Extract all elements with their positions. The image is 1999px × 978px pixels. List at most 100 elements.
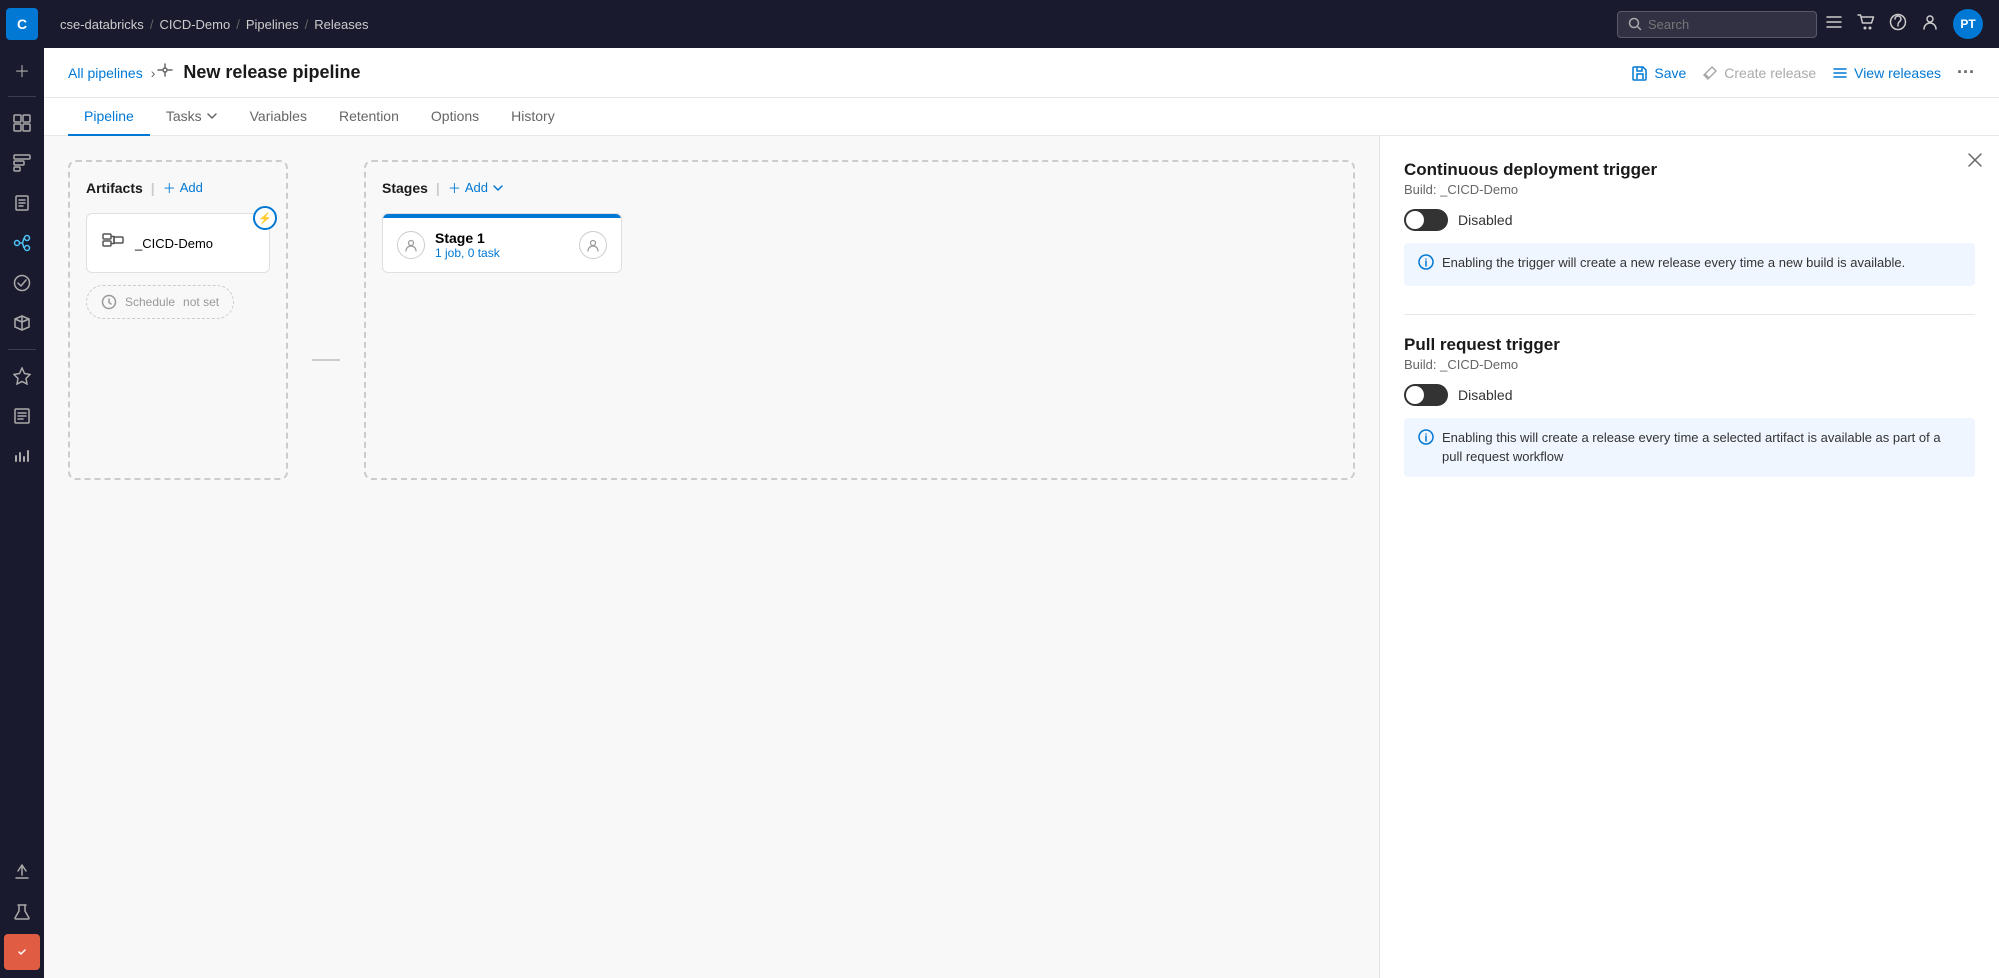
pull-request-trigger-build: Build: _CICD-Demo bbox=[1404, 357, 1975, 372]
schedule-label: Schedule bbox=[125, 295, 175, 309]
pull-request-info-text: Enabling this will create a release ever… bbox=[1442, 428, 1961, 467]
sidebar-logo[interactable]: C bbox=[6, 8, 38, 40]
wand-icon bbox=[1702, 65, 1718, 81]
sidebar-divider-2 bbox=[8, 349, 36, 350]
breadcrumb-pipelines[interactable]: Pipelines bbox=[246, 17, 299, 32]
sidebar-item-artifacts[interactable] bbox=[4, 305, 40, 341]
right-panel: Continuous deployment trigger Build: _CI… bbox=[1379, 136, 1999, 978]
tab-history[interactable]: History bbox=[495, 98, 571, 136]
stage-meta[interactable]: 1 job, 0 task bbox=[435, 246, 569, 260]
topbar-actions: PT bbox=[1825, 9, 1983, 39]
toggle-knob bbox=[1406, 211, 1424, 229]
save-button[interactable]: Save bbox=[1632, 65, 1686, 81]
pull-request-trigger-section: Pull request trigger Build: _CICD-Demo D… bbox=[1404, 335, 1975, 477]
stage-card[interactable]: Stage 1 1 job, 0 task bbox=[382, 213, 622, 273]
list-icon[interactable] bbox=[1825, 13, 1843, 36]
tab-retention[interactable]: Retention bbox=[323, 98, 415, 136]
sidebar-item-testplans[interactable] bbox=[4, 265, 40, 301]
artifact-icon bbox=[101, 228, 125, 258]
schedule-card[interactable]: Schedule not set bbox=[86, 285, 234, 319]
tab-pipeline[interactable]: Pipeline bbox=[68, 98, 150, 136]
page-title: New release pipeline bbox=[155, 60, 360, 85]
tab-options[interactable]: Options bbox=[415, 98, 495, 136]
sidebar-item-repos[interactable] bbox=[4, 185, 40, 221]
continuous-trigger-info: Enabling the trigger will create a new r… bbox=[1404, 243, 1975, 286]
stage-info: Stage 1 1 job, 0 task bbox=[435, 230, 569, 260]
pull-request-toggle-row: Disabled bbox=[1404, 384, 1975, 406]
stage-name: Stage 1 bbox=[435, 230, 569, 246]
cart-icon[interactable] bbox=[1857, 13, 1875, 36]
pull-request-trigger-title: Pull request trigger bbox=[1404, 335, 1975, 355]
pipeline-title-icon bbox=[155, 60, 175, 85]
view-releases-button[interactable]: View releases bbox=[1832, 65, 1941, 81]
sidebar-item-boards[interactable] bbox=[4, 145, 40, 181]
content-area: Artifacts | ＋ Add ⚡ _CICD-Demo bbox=[44, 136, 1999, 978]
add-stage-dropdown-icon bbox=[492, 182, 504, 194]
sidebar-item-red[interactable] bbox=[4, 934, 40, 970]
breadcrumb-org[interactable]: cse-databricks bbox=[60, 17, 144, 32]
stages-title: Stages bbox=[382, 180, 428, 196]
continuous-trigger-toggle[interactable] bbox=[1404, 209, 1448, 231]
tasks-dropdown-icon bbox=[206, 110, 218, 122]
breadcrumb: cse-databricks / CICD-Demo / Pipelines /… bbox=[60, 17, 368, 32]
header-actions: Save Create release View releases ··· bbox=[1632, 62, 1975, 83]
tab-bar: Pipeline Tasks Variables Retention Optio… bbox=[44, 98, 1999, 136]
sidebar-item-wiki[interactable] bbox=[4, 398, 40, 434]
breadcrumb-project[interactable]: CICD-Demo bbox=[159, 17, 230, 32]
artifacts-box: Artifacts | ＋ Add ⚡ _CICD-Demo bbox=[68, 160, 288, 480]
pull-request-trigger-info: Enabling this will create a release ever… bbox=[1404, 418, 1975, 477]
all-pipelines-link[interactable]: All pipelines bbox=[68, 65, 143, 81]
search-box[interactable] bbox=[1617, 11, 1817, 38]
stage-user-left-icon[interactable] bbox=[397, 231, 425, 259]
sidebar-item-reports[interactable] bbox=[4, 438, 40, 474]
sidebar-item-deploy2[interactable] bbox=[4, 854, 40, 890]
list-icon bbox=[1832, 65, 1848, 81]
pull-request-toggle-knob bbox=[1406, 386, 1424, 404]
sidebar-item-releases[interactable] bbox=[4, 358, 40, 394]
add-stage-button[interactable]: ＋ Add bbox=[448, 178, 504, 197]
page-breadcrumb[interactable]: All pipelines › bbox=[68, 65, 155, 81]
pull-request-trigger-label: Disabled bbox=[1458, 387, 1512, 403]
artifact-name: _CICD-Demo bbox=[135, 236, 213, 251]
stages-header: Stages | ＋ Add bbox=[382, 178, 1337, 197]
help-icon[interactable] bbox=[1889, 13, 1907, 36]
sidebar-item-overview[interactable] bbox=[4, 105, 40, 141]
pipeline-canvas: Artifacts | ＋ Add ⚡ _CICD-Demo bbox=[44, 136, 1379, 978]
user-avatar[interactable]: PT bbox=[1953, 9, 1983, 39]
create-release-button[interactable]: Create release bbox=[1702, 65, 1816, 81]
stages-box: Stages | ＋ Add bbox=[364, 160, 1355, 480]
stage-user-right-icon[interactable] bbox=[579, 231, 607, 259]
person-icon[interactable] bbox=[1921, 13, 1939, 36]
artifacts-title: Artifacts bbox=[86, 180, 143, 196]
pull-request-trigger-toggle[interactable] bbox=[1404, 384, 1448, 406]
topbar: cse-databricks / CICD-Demo / Pipelines /… bbox=[44, 0, 1999, 48]
continuous-trigger-info-text: Enabling the trigger will create a new r… bbox=[1442, 253, 1905, 273]
tab-tasks[interactable]: Tasks bbox=[150, 98, 234, 136]
main-content: cse-databricks / CICD-Demo / Pipelines /… bbox=[44, 0, 1999, 978]
continuous-trigger-toggle-row: Disabled bbox=[1404, 209, 1975, 231]
sidebar: C ＋ bbox=[0, 0, 44, 978]
save-icon bbox=[1632, 65, 1648, 81]
pull-request-info-icon bbox=[1418, 429, 1434, 451]
continuous-trigger-section: Continuous deployment trigger Build: _CI… bbox=[1404, 160, 1975, 286]
breadcrumb-releases[interactable]: Releases bbox=[314, 17, 368, 32]
pipeline-title-text: New release pipeline bbox=[183, 62, 360, 83]
clock-icon bbox=[101, 294, 117, 310]
pipeline-row: Artifacts | ＋ Add ⚡ _CICD-Demo bbox=[68, 160, 1355, 480]
sidebar-divider-1 bbox=[8, 96, 36, 97]
section-divider bbox=[1404, 314, 1975, 315]
search-input[interactable] bbox=[1648, 17, 1798, 32]
search-icon bbox=[1628, 17, 1642, 31]
tab-variables[interactable]: Variables bbox=[234, 98, 323, 136]
continuous-trigger-label: Disabled bbox=[1458, 212, 1512, 228]
sidebar-item-pipelines[interactable] bbox=[4, 225, 40, 261]
artifact-card[interactable]: ⚡ _CICD-Demo bbox=[86, 213, 270, 273]
continuous-trigger-build: Build: _CICD-Demo bbox=[1404, 182, 1975, 197]
add-artifact-button[interactable]: ＋ Add bbox=[163, 178, 203, 197]
continuous-trigger-title: Continuous deployment trigger bbox=[1404, 160, 1975, 180]
panel-close-button[interactable] bbox=[1967, 152, 1983, 173]
more-options-button[interactable]: ··· bbox=[1957, 62, 1975, 83]
sidebar-item-flask[interactable] bbox=[4, 894, 40, 930]
connector-line bbox=[312, 359, 340, 361]
sidebar-item-add[interactable]: ＋ bbox=[4, 52, 40, 88]
